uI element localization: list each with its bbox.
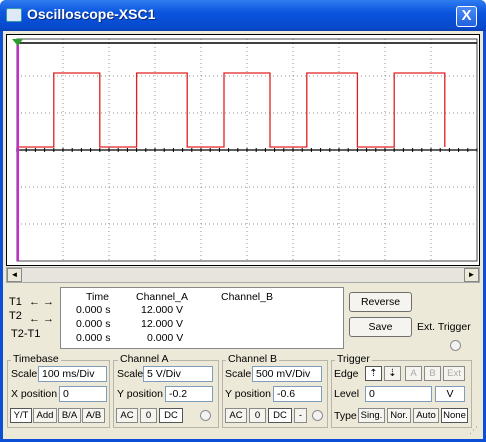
- ext-trigger-radio[interactable]: [450, 340, 461, 351]
- trigger-source-a-button[interactable]: A: [405, 366, 422, 381]
- t1-time: 0.000 s: [76, 304, 111, 316]
- t1-right-arrow-icon[interactable]: →: [42, 296, 55, 309]
- ext-trigger-label: Ext. Trigger: [417, 321, 471, 333]
- trigger-source-b-button[interactable]: B: [424, 366, 441, 381]
- cursor-readout-table: Time Channel_A Channel_B 0.000 s 12.000 …: [60, 287, 344, 349]
- oscilloscope-icon: [6, 8, 22, 22]
- x-position-field[interactable]: 0: [59, 386, 107, 402]
- timebase-scale-field[interactable]: 100 ms/Div: [38, 366, 107, 382]
- channel-b-scale-label: Scale: [225, 368, 252, 380]
- channel-b-minus-button[interactable]: -: [294, 408, 307, 423]
- t2-t1-label: T2-T1: [11, 328, 41, 340]
- save-button[interactable]: Save: [349, 317, 412, 337]
- title-bar[interactable]: Oscilloscope-XSC1 X: [0, 0, 486, 31]
- t2-t1-channel-a: 0.000 V: [147, 332, 184, 344]
- reverse-button[interactable]: Reverse: [349, 292, 412, 312]
- mode-add-button[interactable]: Add: [33, 408, 57, 423]
- channel-a-scale-label: Scale: [117, 368, 144, 380]
- channel-b-dc-button[interactable]: DC: [268, 408, 292, 423]
- trigger-source-ext-button[interactable]: Ext: [443, 366, 465, 381]
- channel-a-ac-button[interactable]: AC: [116, 408, 138, 423]
- oscilloscope-window: Oscilloscope-XSC1 X ◄ ► T1 ← → T2 ← → T2…: [0, 0, 486, 442]
- trigger-title: Trigger: [335, 353, 372, 365]
- t2-right-arrow-icon[interactable]: →: [42, 313, 55, 326]
- scope-display: [7, 35, 479, 265]
- channel-b-scale-field[interactable]: 500 mV/Div: [252, 366, 322, 382]
- channel-a-scale-field[interactable]: 5 V/Div: [143, 366, 213, 382]
- trigger-single-button[interactable]: Sing.: [358, 408, 385, 423]
- t2-label: T2: [9, 310, 22, 322]
- t2-t1-time: 0.000 s: [76, 332, 111, 344]
- mode-yt-button[interactable]: Y/T: [10, 408, 32, 423]
- x-position-label: X position: [11, 388, 58, 400]
- t1-label: T1: [9, 296, 22, 308]
- channel-a-title: Channel A: [118, 353, 171, 365]
- channel-a-dc-button[interactable]: DC: [159, 408, 183, 423]
- mode-ab-button[interactable]: A/B: [82, 408, 105, 423]
- channel-b-ypos-label: Y position: [225, 388, 271, 400]
- horizontal-scrollbar[interactable]: ◄ ►: [6, 267, 480, 283]
- mode-ba-button[interactable]: B/A: [58, 408, 81, 423]
- scroll-right-icon[interactable]: ►: [464, 268, 479, 282]
- scroll-left-icon[interactable]: ◄: [7, 268, 22, 282]
- channel-a-zero-button[interactable]: 0: [140, 408, 157, 423]
- trigger-level-field[interactable]: 0: [365, 386, 432, 402]
- channel-a-ypos-label: Y position: [117, 388, 163, 400]
- header-channel-b: Channel_B: [221, 291, 273, 303]
- timebase-scale-label: Scale: [11, 368, 38, 380]
- t1-channel-a: 12.000 V: [141, 304, 184, 316]
- trigger-normal-button[interactable]: Nor.: [387, 408, 411, 423]
- header-channel-a: Channel_A: [136, 291, 188, 303]
- timebase-title: Timebase: [11, 353, 61, 365]
- close-button[interactable]: X: [456, 6, 477, 27]
- window-title: Oscilloscope-XSC1: [27, 6, 156, 22]
- channel-b-radio[interactable]: [312, 410, 323, 421]
- channel-b-ac-button[interactable]: AC: [225, 408, 247, 423]
- t2-left-arrow-icon[interactable]: ←: [28, 313, 41, 326]
- trigger-level-label: Level: [334, 388, 360, 400]
- trigger-none-button[interactable]: None: [441, 408, 468, 423]
- t1-left-arrow-icon[interactable]: ←: [28, 296, 41, 309]
- channel-a-ypos-field[interactable]: -0.2: [165, 386, 213, 402]
- channel-b-ypos-field[interactable]: -0.6: [273, 386, 322, 402]
- trigger-level-unit[interactable]: V: [435, 386, 465, 402]
- trigger-type-label: Type: [334, 410, 357, 422]
- header-time: Time: [86, 291, 109, 303]
- channel-b-zero-button[interactable]: 0: [249, 408, 266, 423]
- channel-a-radio[interactable]: [200, 410, 211, 421]
- resize-grip-icon[interactable]: ⋰: [469, 425, 478, 436]
- oscilloscope-panel: ◄ ► T1 ← → T2 ← → T2-T1 Time Channel_A C…: [3, 31, 483, 439]
- t2-time: 0.000 s: [76, 318, 111, 330]
- falling-edge-icon[interactable]: ⇣: [384, 366, 401, 381]
- t2-channel-a: 12.000 V: [141, 318, 184, 330]
- trigger-edge-label: Edge: [334, 368, 359, 380]
- rising-edge-icon[interactable]: ⇡: [365, 366, 382, 381]
- channel-b-title: Channel B: [226, 353, 280, 365]
- channel-a-trace: [17, 72, 446, 148]
- scope-screen: [6, 34, 480, 266]
- cursor-controls: T1 ← → T2 ← → T2-T1: [9, 288, 57, 348]
- trigger-auto-button[interactable]: Auto: [413, 408, 439, 423]
